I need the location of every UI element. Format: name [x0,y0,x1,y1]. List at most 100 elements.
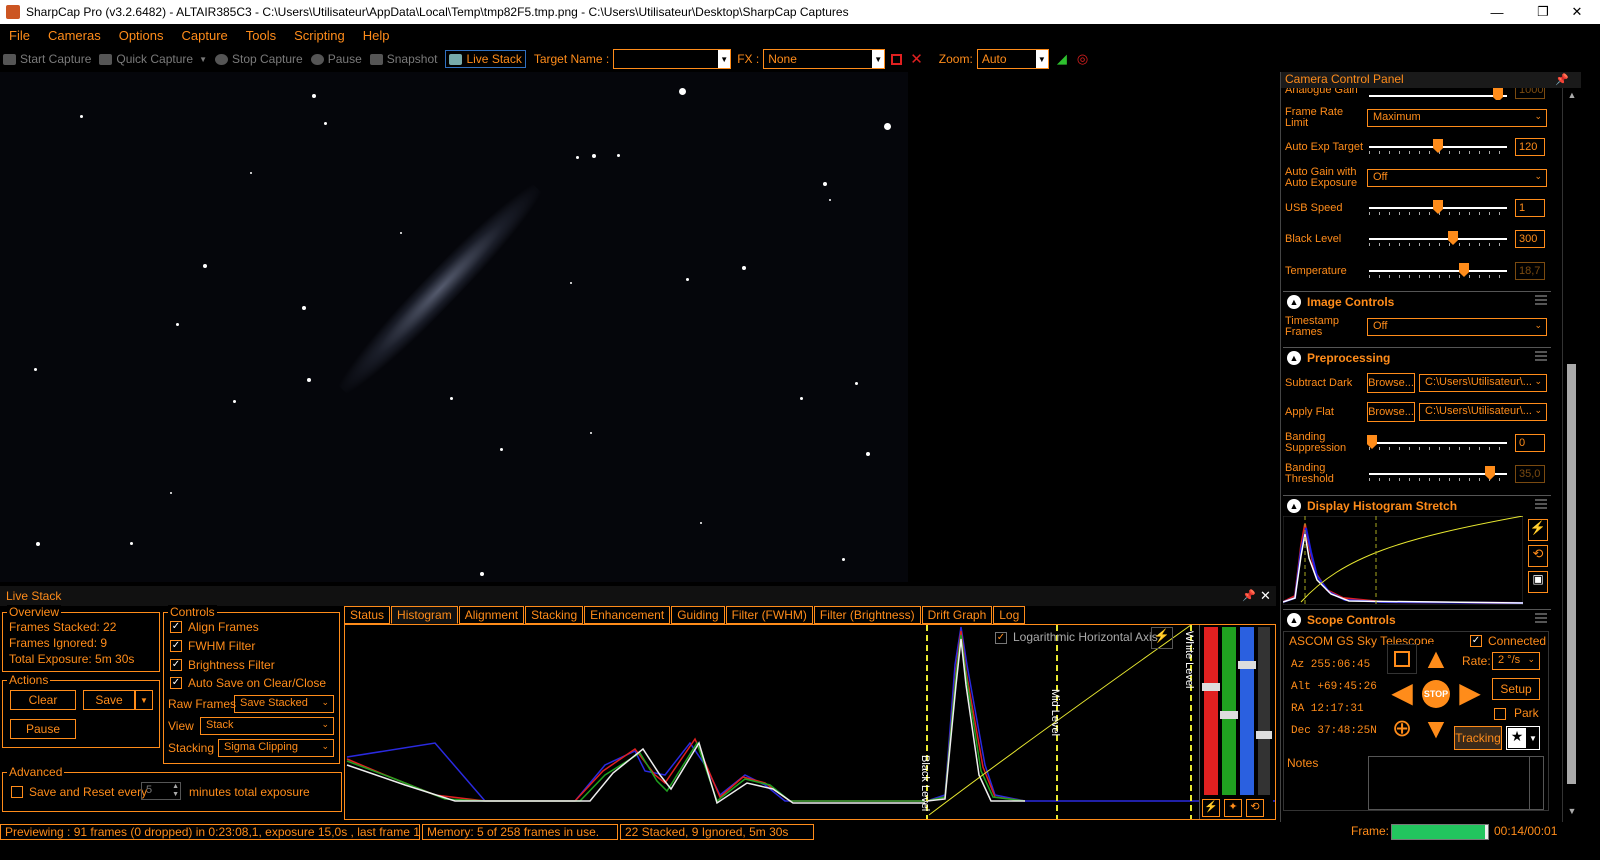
analogue-gain-value[interactable]: 1000 [1515,88,1545,99]
clear-reticle-icon[interactable]: ✕ [910,50,923,68]
scroll-down-icon[interactable]: ▼ [1566,806,1578,818]
luminance-slider[interactable] [1256,627,1272,795]
zoom-select[interactable]: Auto ▼ [976,49,1049,69]
usb-speed-value[interactable]: 1 [1515,199,1545,217]
pause-stack-button[interactable]: Pause [10,719,76,739]
menu-scripting[interactable]: Scripting [285,28,354,43]
auto-stretch-icon[interactable]: ⚡ [1528,519,1548,541]
save-reset-minutes-stepper[interactable]: 5 ▲ ▼ [141,782,181,800]
chevron-down-icon[interactable]: ▼ [872,50,885,68]
menu-help[interactable]: Help [354,28,399,43]
close-icon[interactable]: ✕ [1260,588,1271,604]
apply-flat-path-select[interactable]: C:\Users\Utilisateur\... ⌄ [1419,403,1547,421]
target-name-input[interactable]: ▼ [613,49,732,69]
log-axis-checkbox[interactable]: ✓ [995,632,1007,644]
tab-status[interactable]: Status [344,606,391,624]
tab-filter-brightness[interactable]: Filter (Brightness) [813,606,921,624]
goto-icon[interactable] [1387,644,1417,674]
tab-histogram[interactable]: Histogram [391,606,458,624]
slider-thumb[interactable] [1238,661,1256,669]
slider-thumb[interactable] [1220,711,1238,719]
notes-scrollbar[interactable] [1529,757,1543,809]
south-arrow-button[interactable]: ▼ [1421,714,1451,744]
menu-tools[interactable]: Tools [237,28,285,43]
chevron-up-icon[interactable]: ▲ [1287,350,1301,365]
black-level-value[interactable]: 300 [1515,230,1545,248]
subtract-dark-browse-button[interactable]: Browse... [1367,373,1415,393]
fwhm-filter-checkbox[interactable]: ✓ [170,640,182,652]
stack-histogram[interactable]: ✓ Logarithmic Horizontal Axis ⚡ Black Le… [344,624,1276,820]
tab-enhancement[interactable]: Enhancement [584,606,671,624]
reset-icon[interactable]: ⟲ [1528,545,1548,567]
camera-preview[interactable] [0,72,908,582]
black-level-slider[interactable] [1369,231,1507,246]
histogram-icon[interactable]: ◢ [1057,51,1067,67]
auto-gain-select[interactable]: Off ⌄ [1367,169,1547,187]
north-arrow-button[interactable]: ▲ [1421,644,1451,674]
sparkle-icon[interactable]: ✦ [1224,799,1242,817]
preprocessing-header[interactable]: ▲ Preprocessing [1283,347,1551,367]
analogue-gain-slider[interactable] [1369,88,1507,100]
fx-select[interactable]: None ▼ [763,49,886,69]
tab-guiding[interactable]: Guiding [671,606,725,624]
temperature-slider[interactable] [1369,263,1507,278]
chevron-down-icon[interactable]: ▼ [718,50,731,68]
auto-save-checkbox[interactable]: ✓ [170,677,182,689]
tab-filter-fwhm[interactable]: Filter (FWHM) [725,606,813,624]
auto-exp-slider[interactable] [1369,139,1507,154]
usb-speed-slider[interactable] [1369,200,1507,215]
menu-icon[interactable] [1535,351,1547,361]
scroll-up-icon[interactable]: ▲ [1566,90,1578,102]
setup-button[interactable]: Setup [1492,678,1540,700]
chevron-up-icon[interactable]: ▲ [1287,612,1301,627]
tracking-mode-select[interactable]: ★ ▼ [1506,726,1540,750]
menu-icon[interactable] [1535,499,1547,509]
west-arrow-button[interactable]: ◀ [1387,678,1417,708]
park-checkbox[interactable] [1494,708,1506,720]
connected-checkbox[interactable]: ✓ [1470,635,1482,647]
frame-rate-select[interactable]: Maximum ⌄ [1367,109,1547,127]
slider-thumb[interactable] [1202,683,1220,691]
minimize-button[interactable]: — [1474,0,1520,24]
pin-icon[interactable]: 📌 [1555,73,1569,86]
banding-threshold-slider[interactable] [1369,466,1507,481]
auto-balance-icon[interactable]: ⚡ [1202,799,1220,817]
tab-drift-graph[interactable]: Drift Graph [921,606,993,624]
stacking-select[interactable]: Sigma Clipping ⌄ [218,739,334,757]
scrollbar-thumb[interactable] [1567,364,1576,784]
reticle-icon[interactable] [891,53,903,65]
image-controls-header[interactable]: ▲ Image Controls [1283,291,1551,311]
slider-thumb[interactable] [1493,88,1503,100]
menu-icon[interactable] [1535,295,1547,305]
snapshot-button[interactable]: Snapshot [369,52,437,66]
slider-thumb[interactable] [1256,731,1272,739]
menu-capture[interactable]: Capture [173,28,237,43]
notes-textarea[interactable] [1368,756,1544,810]
live-stack-button[interactable]: Live Stack [445,50,526,68]
reset-icon[interactable]: ⟲ [1246,799,1264,817]
brightness-filter-checkbox[interactable]: ✓ [170,659,182,671]
tab-stacking[interactable]: Stacking [525,606,584,624]
stop-capture-button[interactable]: Stop Capture [215,52,303,66]
blue-balance-slider[interactable] [1238,627,1256,795]
center-button[interactable]: ⊕ [1387,714,1417,744]
display-histogram-header[interactable]: ▲ Display Histogram Stretch [1283,495,1551,515]
pause-button[interactable]: Pause [310,52,362,66]
chevron-up-icon[interactable]: ▲ [1287,294,1301,309]
pin-icon[interactable]: 📌 [1242,589,1256,602]
chevron-down-icon[interactable]: ▼ [1035,50,1048,68]
start-capture-button[interactable]: Start Capture [3,52,91,66]
align-frames-checkbox[interactable]: ✓ [170,621,182,633]
banding-suppression-slider[interactable] [1367,435,1507,450]
quick-capture-button[interactable]: Quick Capture ▼ [99,52,207,66]
save-options-button[interactable]: ▼ [135,690,153,710]
display-histogram-graph[interactable] [1283,516,1523,605]
focus-icon[interactable]: ◎ [1077,51,1088,67]
chevron-up-icon[interactable]: ▲ [1287,498,1301,513]
east-arrow-button[interactable]: ▶ [1455,678,1485,708]
menu-file[interactable]: File [0,28,39,43]
menu-icon[interactable] [1535,613,1547,623]
subtract-dark-path-select[interactable]: C:\Users\Utilisateur\... ⌄ [1419,374,1547,392]
tracking-button[interactable]: Tracking [1454,726,1502,750]
apply-flat-browse-button[interactable]: Browse... [1367,402,1415,422]
